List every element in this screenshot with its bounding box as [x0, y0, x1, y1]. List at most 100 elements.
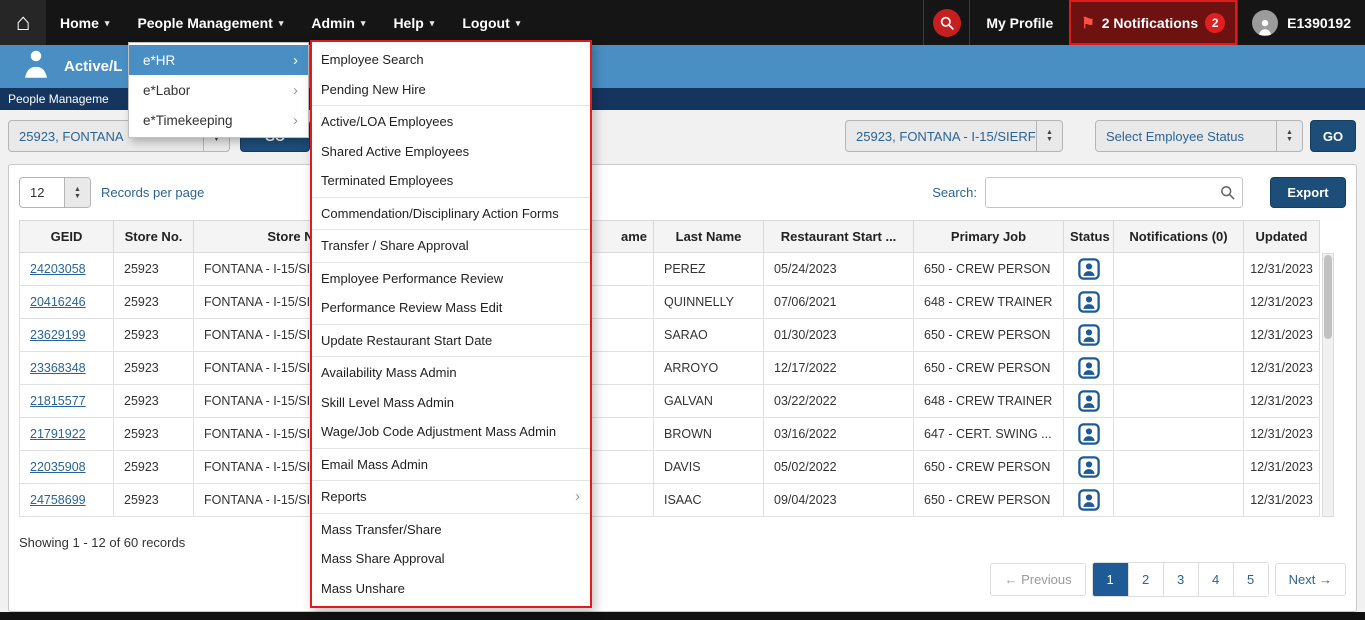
start-date-cell: 07/06/2021 — [763, 285, 914, 319]
store-no-cell: 25923 — [113, 285, 194, 319]
submenu-item-label: Mass Unshare — [321, 580, 405, 596]
geid-link[interactable]: 24758699 — [30, 493, 86, 507]
submenu-item-update-restaurant-start-date[interactable]: Update Restaurant Start Date — [312, 326, 590, 356]
submenu-item-transfer-share-approval[interactable]: Transfer / Share Approval — [312, 231, 590, 261]
column-header-notifications-0[interactable]: Notifications (0) — [1113, 220, 1244, 253]
page-button-1[interactable]: 1 — [1092, 563, 1128, 596]
house-glyph: ⌂ — [15, 8, 31, 36]
previous-page-button[interactable]: ← Previous — [990, 563, 1086, 596]
column-header-store-no[interactable]: Store No. — [113, 220, 194, 253]
column-header-geid[interactable]: GEID — [19, 220, 114, 253]
submenu-item-shared-active-employees[interactable]: Shared Active Employees — [312, 137, 590, 167]
search-icon — [932, 8, 961, 37]
geid-cell: 23368348 — [19, 351, 114, 385]
notifications-button[interactable]: ⚑ 2 Notifications 2 — [1069, 0, 1238, 45]
nav-item-help[interactable]: Help ▾ — [379, 0, 448, 45]
menu-item-e-hr[interactable]: e*HR › — [129, 45, 308, 75]
submenu-item-mass-transfer-share[interactable]: Mass Transfer/Share — [312, 515, 590, 545]
submenu-item-label: Active/LOA Employees — [321, 114, 454, 130]
submenu-item-label: Availability Mass Admin — [321, 365, 457, 381]
spinner-icon[interactable]: ▲▼ — [64, 178, 90, 207]
employee-status-icon[interactable] — [1077, 390, 1100, 412]
submenu-item-terminated-employees[interactable]: Terminated Employees — [312, 166, 590, 196]
submenu-item-mass-unshare[interactable]: Mass Unshare — [312, 574, 590, 604]
menu-item-label: e*HR — [143, 52, 176, 68]
employee-status-icon[interactable] — [1077, 258, 1100, 280]
submenu-item-mass-share-approval[interactable]: Mass Share Approval — [312, 544, 590, 574]
employee-status-icon[interactable] — [1077, 423, 1100, 445]
spinner-icon[interactable]: ▲▼ — [1276, 121, 1302, 151]
page-button-5[interactable]: 5 — [1232, 563, 1268, 596]
menu-item-e-timekeeping[interactable]: e*Timekeeping › — [129, 105, 308, 135]
column-header-restaurant-start[interactable]: Restaurant Start ... — [763, 220, 914, 253]
submenu-item-commendation-disciplinary-action-forms[interactable]: Commendation/Disciplinary Action Forms — [312, 199, 590, 229]
submenu-item-wage-job-code-adjustment-mass-admin[interactable]: Wage/Job Code Adjustment Mass Admin — [312, 417, 590, 447]
global-search-button[interactable] — [923, 0, 969, 45]
geid-link[interactable]: 22035908 — [30, 460, 86, 474]
geid-cell: 24758699 — [19, 483, 114, 517]
my-profile-link[interactable]: My Profile — [969, 0, 1069, 45]
primary-job-cell: 650 - CREW PERSON — [913, 483, 1064, 517]
employee-row: 22035908 25923 FONTANA - I-15/SI DAVIS 05/02… — [19, 450, 1320, 484]
nav-item-home[interactable]: Home ▾ — [46, 0, 123, 45]
spinner-icon[interactable]: ▲▼ — [1036, 121, 1062, 151]
geid-link[interactable]: 24203058 — [30, 262, 86, 276]
column-header-last-name[interactable]: Last Name — [653, 220, 764, 253]
next-page-button[interactable]: Next → — [1274, 563, 1346, 596]
start-date-cell: 05/02/2022 — [763, 450, 914, 484]
pagination: ← Previous 12345 Next → — [19, 562, 1346, 597]
main-menu: Home ▾ People Management ▾ Admin ▾ Help ▾ Logout… — [46, 0, 534, 45]
submenu-item-employee-performance-review[interactable]: Employee Performance Review — [312, 264, 590, 294]
submenu-item-pending-new-hire[interactable]: Pending New Hire — [312, 75, 590, 105]
updated-cell: 12/31/2023 — [1243, 483, 1320, 517]
submenu-item-active-loa-employees[interactable]: Active/LOA Employees — [312, 107, 590, 137]
geid-link[interactable]: 23368348 — [30, 361, 86, 375]
search-input[interactable] — [985, 177, 1243, 208]
column-header-primary-job[interactable]: Primary Job — [913, 220, 1064, 253]
search-icon[interactable] — [1219, 184, 1236, 206]
updated-cell: 12/31/2023 — [1243, 450, 1320, 484]
employee-status-icon[interactable] — [1077, 489, 1100, 511]
store-select-right[interactable]: 25923, FONTANA - I-15/SIERF ▲ ▼ — [845, 120, 1063, 152]
employee-status-icon[interactable] — [1077, 324, 1100, 346]
table-scrollbar[interactable] — [1322, 253, 1334, 517]
geid-link[interactable]: 20416246 — [30, 295, 86, 309]
notifications-cell — [1113, 483, 1244, 517]
home-icon[interactable]: ⌂ — [0, 0, 46, 45]
primary-job-cell: 648 - CREW TRAINER — [913, 285, 1064, 319]
page-button-2[interactable]: 2 — [1127, 563, 1163, 596]
submenu-item-availability-mass-admin[interactable]: Availability Mass Admin — [312, 358, 590, 388]
user-menu[interactable]: E1390192 — [1237, 0, 1365, 45]
submenu-item-employee-search[interactable]: Employee Search — [312, 45, 590, 75]
store-no-cell: 25923 — [113, 483, 194, 517]
records-per-page-stepper[interactable]: 12 ▲ ▼ — [19, 177, 91, 208]
chevron-right-icon: › — [293, 81, 298, 99]
table-header-row: GEID Store No. Store Name ame Last Name Resta… — [19, 220, 1320, 253]
employee-status-select[interactable]: Select Employee Status ▲ ▼ — [1095, 120, 1303, 152]
scrollbar-thumb[interactable] — [1324, 255, 1332, 339]
employee-status-icon[interactable] — [1077, 456, 1100, 478]
nav-item-admin[interactable]: Admin ▾ — [297, 0, 379, 45]
submenu-item-performance-review-mass-edit[interactable]: Performance Review Mass Edit — [312, 293, 590, 323]
submenu-item-reports[interactable]: Reports › — [312, 482, 590, 512]
submenu-item-skill-level-mass-admin[interactable]: Skill Level Mass Admin — [312, 388, 590, 418]
page-button-3[interactable]: 3 — [1162, 563, 1198, 596]
last-name-cell: ARROYO — [653, 351, 764, 385]
nav-item-people-management[interactable]: People Management ▾ — [123, 0, 297, 45]
submenu-item-email-mass-admin[interactable]: Email Mass Admin — [312, 450, 590, 480]
export-button[interactable]: Export — [1270, 177, 1346, 208]
employee-status-icon[interactable] — [1077, 357, 1100, 379]
column-header-status[interactable]: Status — [1063, 220, 1114, 253]
geid-link[interactable]: 21815577 — [30, 394, 86, 408]
geid-link[interactable]: 23629199 — [30, 328, 86, 342]
employee-status-icon[interactable] — [1077, 291, 1100, 313]
page-button-4[interactable]: 4 — [1197, 563, 1233, 596]
menu-item-e-labor[interactable]: e*Labor › — [129, 75, 308, 105]
column-header-updated[interactable]: Updated — [1243, 220, 1320, 253]
toolbar-right: Search: Export — [932, 177, 1346, 208]
go-button[interactable]: GO — [1310, 120, 1356, 152]
geid-link[interactable]: 21791922 — [30, 427, 86, 441]
last-name-cell: PEREZ — [653, 252, 764, 286]
nav-item-logout[interactable]: Logout ▾ — [448, 0, 534, 45]
store-no-cell: 25923 — [113, 351, 194, 385]
